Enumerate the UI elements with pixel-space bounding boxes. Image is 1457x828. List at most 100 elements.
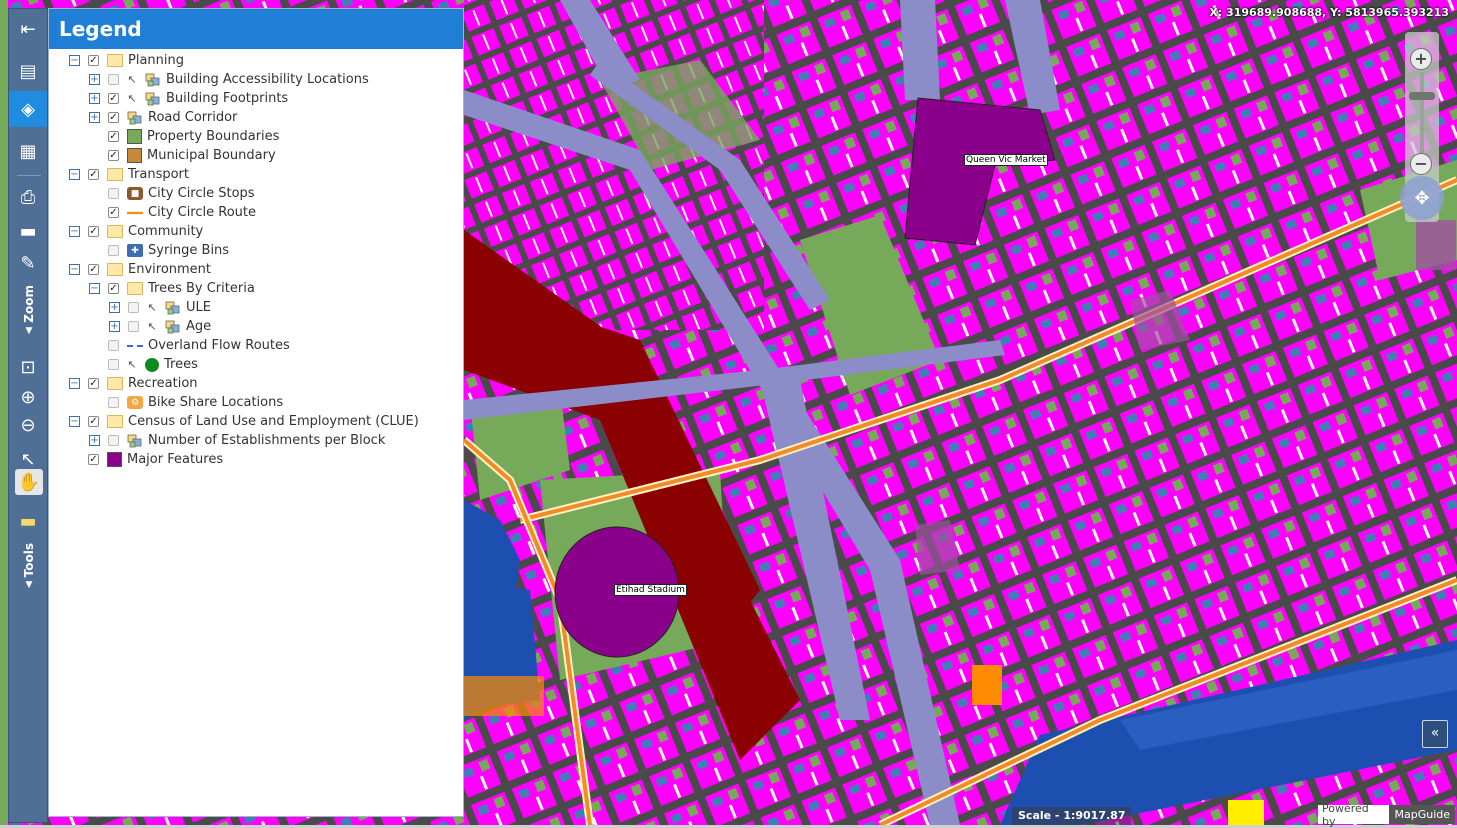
legend-row[interactable]: ■ City Circle Stops [89,184,255,203]
tram-stop-icon: ■ [127,187,143,200]
expand-icon[interactable]: + [89,112,100,123]
expand-icon[interactable]: + [89,74,100,85]
folder-icon [107,263,123,276]
layer-checkbox[interactable] [108,397,119,408]
legend-row[interactable]: − ✓ Trees By Criteria [89,279,255,298]
folder-icon [107,415,123,428]
layers-icon [145,92,161,105]
layer-checkbox[interactable]: ✓ [88,55,99,66]
expand-icon[interactable]: + [109,302,120,313]
zoom-out-button[interactable]: − [1410,153,1432,175]
dashed-line-icon [127,344,143,347]
table-button[interactable]: ▦ [9,133,47,169]
collapse-icon[interactable]: − [69,264,80,275]
legend-row[interactable]: + ↖ Age [109,317,211,336]
legend-row[interactable]: ✓ Municipal Boundary [89,146,276,165]
expand-icon[interactable]: + [89,435,100,446]
legend-row[interactable]: − ✓ Transport [69,165,189,184]
layer-checkbox[interactable]: ✓ [108,112,119,123]
legend-row[interactable]: + ↖ Building Accessibility Locations [89,70,369,89]
layer-checkbox[interactable]: ✓ [108,93,119,104]
layer-checkbox[interactable]: ✓ [88,416,99,427]
legend-row[interactable]: ✓ City Circle Route [89,203,256,222]
selectable-pointer-icon: ↖ [127,73,137,86]
collapse-menu-button[interactable]: ⇤ [9,11,47,47]
legend-row[interactable]: ✓ Major Features [69,450,223,469]
layer-checkbox[interactable] [128,302,139,313]
layer-checkbox[interactable]: ✓ [108,150,119,161]
left-toolbar: ⇤ ▤ ◈ ▦ ⎙ ▬ ✎ Zoom ▼ ⊡ ⊕ ⊖ ↖ ✋ ▬ Tools ▼ [8,8,48,823]
legend-row[interactable]: − ✓ Environment [69,260,211,279]
layer-checkbox[interactable]: ✓ [108,283,119,294]
layer-checkbox[interactable] [108,188,119,199]
layer-checkbox[interactable] [128,321,139,332]
layer-checkbox[interactable] [108,74,119,85]
legend-button[interactable]: ◈ [9,91,47,127]
legend-row[interactable]: − ✓ Recreation [69,374,198,393]
collapse-icon[interactable]: − [69,55,80,66]
layer-checkbox[interactable]: ✓ [88,226,99,237]
tools-section-toggle[interactable]: Tools ▼ [15,543,43,590]
mapguide-brand: MapGuide [1389,805,1455,824]
zoom-in-icon: ⊕ [20,386,36,408]
zoom-in-button[interactable]: + [1410,48,1432,70]
query-button[interactable]: ✎ [9,245,47,281]
legend-row[interactable]: + ✓ ↖ Building Footprints [89,89,288,108]
expand-icon[interactable]: + [89,93,100,104]
legend-row[interactable]: − ✓ Community [69,222,203,241]
layer-checkbox[interactable] [108,245,119,256]
legend-item-label: Planning [128,53,184,68]
layer-checkbox[interactable]: ✓ [88,378,99,389]
arrow-left-menu-icon: ⇤ [20,18,36,40]
layers-icon [127,111,143,124]
legend-row[interactable]: + ✓ Road Corridor [89,108,237,127]
layer-checkbox[interactable]: ✓ [108,131,119,142]
collapse-icon[interactable]: − [69,416,80,427]
legend-row[interactable]: ✚ Syringe Bins [89,241,229,260]
legend-row[interactable]: − ✓ Planning [69,51,184,70]
collapse-icon[interactable]: − [69,226,80,237]
folder-icon [107,54,123,67]
collapse-icon[interactable]: − [69,169,80,180]
pan-tool-button[interactable]: ✋ [15,469,43,495]
powered-by-badge[interactable]: Powered by MapGuide [1318,802,1455,828]
legend-row[interactable]: + Number of Establishments per Block [89,431,385,450]
swatch-icon [107,452,122,467]
zoom-section-toggle[interactable]: Zoom ▼ [15,285,43,336]
legend-row[interactable]: ↖ Trees [89,355,198,374]
syringe-bin-icon: ✚ [127,244,143,257]
legend-title: Legend [49,9,463,49]
legend-item-label: City Circle Route [148,205,256,220]
layer-checkbox[interactable] [108,340,119,351]
zoom-out-tool-button[interactable]: ⊖ [9,407,47,443]
collapse-icon[interactable]: − [89,283,100,294]
layer-checkbox[interactable] [108,435,119,446]
table-icon: ▦ [19,140,37,162]
legend-row[interactable]: Overland Flow Routes [89,336,290,355]
expand-icon[interactable]: + [109,321,120,332]
folder-icon [107,168,123,181]
scale-readout: Scale - 1:9017.87 [1012,807,1132,825]
coordinate-readout: X: 319689.908688, Y: 5813965.393213 [1209,6,1449,19]
legend-item-label: Recreation [128,376,198,391]
info-panel-button[interactable]: ▤ [9,53,47,89]
zoom-track[interactable] [1420,72,1424,160]
folder-icon [107,377,123,390]
layer-checkbox[interactable]: ✓ [88,454,99,465]
expand-panel-button[interactable]: « [1422,720,1448,748]
line-tool-button[interactable]: ▬ [9,503,47,539]
legend-row[interactable]: ✓ Property Boundaries [89,127,279,146]
layer-checkbox[interactable] [108,359,119,370]
layer-checkbox[interactable]: ✓ [88,169,99,180]
pan-control[interactable]: ✥ [1400,176,1444,220]
legend-row[interactable]: + ↖ ULE [109,298,211,317]
collapse-icon[interactable]: − [69,378,80,389]
print-button[interactable]: ⎙ [9,179,47,215]
measure-button[interactable]: ▬ [9,213,47,249]
layer-checkbox[interactable]: ✓ [108,207,119,218]
layer-checkbox[interactable]: ✓ [88,264,99,275]
zoom-thumb[interactable] [1409,92,1435,100]
legend-row[interactable]: ⚙ Bike Share Locations [89,393,283,412]
legend-item-label: Property Boundaries [147,129,280,144]
legend-row[interactable]: − ✓ Census of Land Use and Employment (CLU… [69,412,419,431]
